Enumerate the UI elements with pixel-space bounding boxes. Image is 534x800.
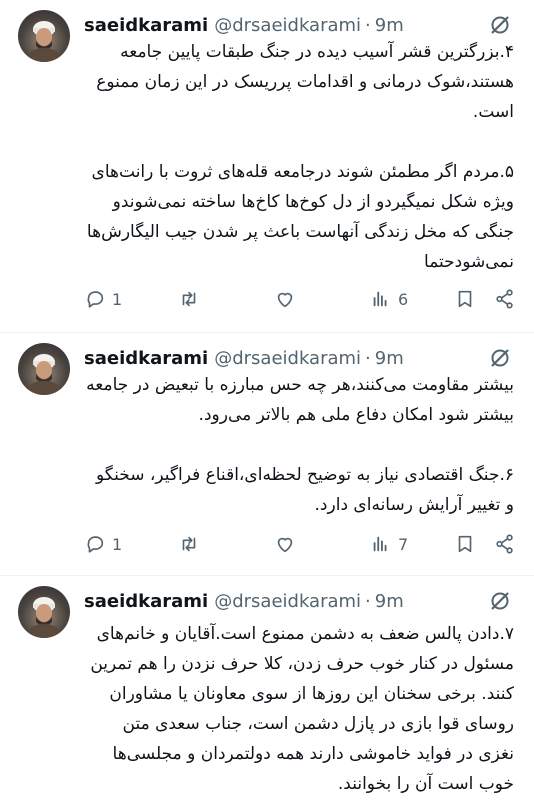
- user-handle[interactable]: @drsaeidkarami: [214, 15, 361, 36]
- tweet-header: saeidkarami @drsaeidkarami · 9m: [84, 13, 518, 37]
- views-count: 7: [398, 534, 409, 554]
- retweet-icon: [182, 536, 196, 552]
- share-button[interactable]: [494, 287, 516, 311]
- reply-icon: [87, 536, 104, 553]
- tweet-header: saeidkarami @drsaeidkarami · 9m: [84, 346, 518, 370]
- reply-button[interactable]: 1: [84, 532, 122, 556]
- tweet-header: saeidkarami @drsaeidkarami · 9m: [84, 589, 518, 613]
- timestamp[interactable]: 9m: [375, 15, 404, 36]
- share-button[interactable]: [494, 532, 516, 556]
- bookmark-button[interactable]: [454, 532, 476, 556]
- heart-icon: [277, 292, 293, 308]
- views-button[interactable]: 6: [370, 287, 408, 311]
- separator-dot: ·: [365, 590, 371, 612]
- reply-button[interactable]: 1: [84, 287, 122, 311]
- views-button[interactable]: 7: [370, 532, 408, 556]
- display-name[interactable]: saeidkarami: [84, 591, 208, 612]
- grok-icon[interactable]: [488, 589, 512, 613]
- avatar[interactable]: [18, 10, 70, 62]
- grok-icon[interactable]: [488, 346, 512, 370]
- grok-icon[interactable]: [488, 13, 512, 37]
- timestamp[interactable]: 9m: [375, 348, 404, 369]
- avatar[interactable]: [18, 586, 70, 638]
- reply-icon: [87, 291, 104, 308]
- separator-dot: ·: [365, 347, 371, 369]
- retweet-icon: [182, 291, 196, 307]
- like-button[interactable]: [274, 532, 296, 556]
- reply-count: 1: [112, 289, 123, 309]
- reply-count: 1: [112, 534, 123, 554]
- bookmark-button[interactable]: [454, 287, 476, 311]
- separator-dot: ·: [365, 14, 371, 36]
- tweet-text: ۷.دادن پالس ضعف به دشمن ممنوع است.آقایان…: [84, 624, 514, 794]
- views-count: 6: [398, 289, 409, 309]
- share-icon: [496, 534, 513, 554]
- like-button[interactable]: [274, 287, 296, 311]
- bookmark-icon: [458, 535, 472, 553]
- tweet[interactable]: saeidkarami @drsaeidkarami · 9m ۴.بزرگتر…: [0, 0, 534, 333]
- share-icon: [496, 289, 513, 309]
- tweet-text: بیشتر مقاومت می‌کنند،هر چه حس مبارزه با …: [86, 375, 514, 515]
- heart-icon: [277, 537, 293, 553]
- avatar[interactable]: [18, 343, 70, 395]
- display-name[interactable]: saeidkarami: [84, 348, 208, 369]
- timestamp[interactable]: 9m: [375, 591, 404, 612]
- tweet-actions: 1 7: [84, 532, 518, 556]
- user-handle[interactable]: @drsaeidkarami: [214, 348, 361, 369]
- tweet[interactable]: saeidkarami @drsaeidkarami · 9m ۷.دادن پ…: [0, 576, 534, 800]
- retweet-button[interactable]: [178, 287, 200, 311]
- display-name[interactable]: saeidkarami: [84, 15, 208, 36]
- views-icon: [373, 536, 387, 552]
- user-handle[interactable]: @drsaeidkarami: [214, 591, 361, 612]
- tweet-actions: 1 6: [84, 287, 518, 311]
- tweet[interactable]: saeidkarami @drsaeidkarami · 9m بیشتر مق…: [0, 333, 534, 576]
- bookmark-icon: [458, 290, 472, 308]
- tweet-text: ۴.بزرگترین قشر آسیب دیده در جنگ طبقات پا…: [86, 42, 514, 272]
- retweet-button[interactable]: [178, 532, 200, 556]
- views-icon: [373, 291, 387, 307]
